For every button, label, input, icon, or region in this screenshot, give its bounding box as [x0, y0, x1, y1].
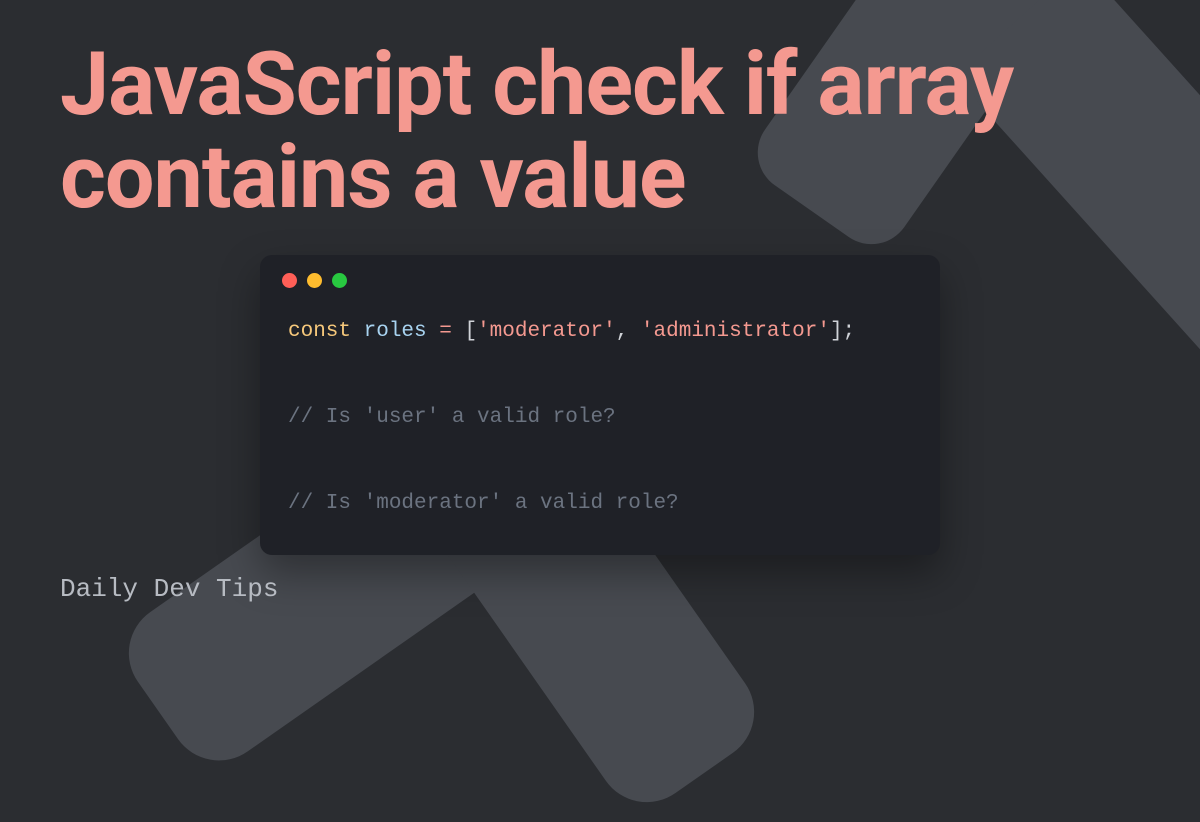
code-token-operator: =: [427, 320, 465, 343]
code-token-punct: ];: [830, 320, 855, 343]
traffic-light-close-icon: [282, 273, 297, 288]
code-token-punct: [: [464, 320, 477, 343]
code-token-keyword: const: [288, 320, 351, 343]
page-title: JavaScript check if array contains a val…: [60, 38, 1140, 225]
code-window: const roles = ['moderator', 'administrat…: [260, 255, 940, 555]
traffic-light-zoom-icon: [332, 273, 347, 288]
code-token-identifier: roles: [364, 320, 427, 343]
code-token-comment: // Is 'moderator' a valid role?: [288, 492, 679, 515]
code-token-punct: ,: [616, 320, 641, 343]
code-token-string: 'administrator': [641, 320, 830, 343]
code-block: const roles = ['moderator', 'administrat…: [260, 288, 940, 529]
content-wrapper: JavaScript check if array contains a val…: [0, 0, 1200, 630]
window-traffic-lights: [260, 255, 940, 288]
traffic-light-minimize-icon: [307, 273, 322, 288]
site-name: Daily Dev Tips: [60, 574, 278, 604]
code-token-string: 'moderator': [477, 320, 616, 343]
code-token-comment: // Is 'user' a valid role?: [288, 406, 616, 429]
